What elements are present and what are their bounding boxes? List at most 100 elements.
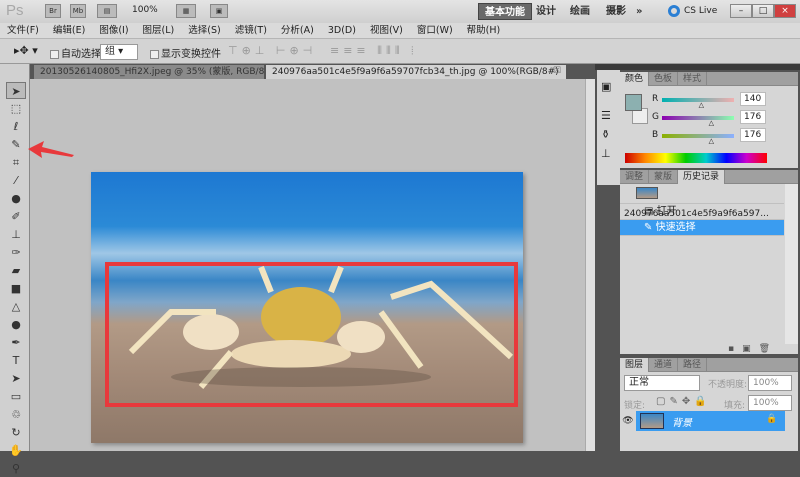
marquee-tool-icon[interactable]: ⬚ (6, 100, 26, 117)
quick-selection-tool-icon[interactable]: ✎ (6, 136, 26, 153)
channel-value-field[interactable]: 176 (740, 110, 766, 124)
panel-icon-strip: ▣ ☰ ⚱ ⊥ (597, 70, 620, 185)
history-item-label: 打开 (656, 206, 677, 217)
crop-tool-icon[interactable]: ⌗ (6, 154, 26, 171)
quick-selection-icon: ✎ (644, 222, 653, 233)
blur-tool-icon[interactable]: △ (6, 298, 26, 315)
history-brush-tool-icon[interactable]: ✑ (6, 244, 26, 261)
menu-view[interactable]: 视图(V) (363, 23, 410, 39)
tab-adjustments[interactable]: 调整 (620, 170, 650, 184)
red-arrow-annotation (28, 141, 74, 158)
workspace-essentials[interactable]: 基本功能 (478, 3, 532, 20)
foreground-color-swatch[interactable] (625, 94, 642, 111)
lock-buttons[interactable]: ▢✎✥🔒 (656, 396, 711, 407)
blend-mode-value: 正常 (629, 377, 649, 388)
menu-help[interactable]: 帮助(H) (460, 23, 508, 39)
color-spectrum-ramp[interactable] (625, 153, 767, 163)
menu-filter[interactable]: 滤镜(T) (228, 23, 274, 39)
more-workspaces-button[interactable]: » (630, 3, 648, 20)
mini-bridge-panel-icon[interactable]: ▣ (601, 80, 616, 93)
slider-handle-icon[interactable]: △ (709, 137, 714, 145)
tab-swatches[interactable]: 色板 (649, 72, 679, 86)
rectangle-tool-icon[interactable]: ▭ (6, 388, 26, 405)
zoom-tool-icon[interactable]: ⚲ (6, 460, 26, 477)
align-buttons-icon[interactable]: ⊤⊕⊥ ⊢⊕⊣ (228, 44, 316, 57)
cs-live-icon (668, 5, 680, 17)
visibility-eye-icon[interactable]: 👁 (620, 411, 636, 431)
fill-field[interactable]: 100% (748, 395, 792, 411)
tab-styles[interactable]: 样式 (678, 72, 708, 86)
type-tool-icon[interactable]: T (6, 352, 26, 369)
show-transform-label: 显示变换控件 (161, 49, 221, 60)
slider-handle-icon[interactable]: △ (709, 119, 714, 127)
tool-presets-icon[interactable]: ☰ (601, 109, 616, 122)
3d-orbit-tool-icon[interactable]: ↻ (6, 424, 26, 441)
opacity-field[interactable]: 100% (748, 375, 792, 391)
document-tab-inactive[interactable]: 20130526140805_Hfi2X.jpeg @ 35% (蒙版, RGB… (34, 65, 264, 79)
restore-button[interactable]: □ (752, 4, 774, 18)
menu-select[interactable]: 选择(S) (181, 23, 227, 39)
lasso-tool-icon[interactable]: ℓ (6, 118, 26, 135)
pen-tool-icon[interactable]: ✒ (6, 334, 26, 351)
healing-brush-tool-icon[interactable]: ● (6, 190, 26, 207)
tab-channels[interactable]: 通道 (649, 358, 679, 372)
tab-masks[interactable]: 蒙版 (649, 170, 679, 184)
cs-live-button[interactable]: CS Live (684, 6, 717, 16)
move-tool-preset-icon[interactable]: ▸✥ ▾ (14, 44, 38, 57)
history-scrollbar[interactable] (785, 184, 798, 344)
eraser-tool-icon[interactable]: ▰ (6, 262, 26, 279)
mini-bridge-button[interactable]: Mb (70, 4, 86, 18)
clone-stamp-tool-icon[interactable]: ⊥ (6, 226, 26, 243)
workspace-design[interactable]: 设计 (530, 3, 562, 20)
document-tabs: 20130526140805_Hfi2X.jpeg @ 35% (蒙版, RGB… (30, 64, 595, 79)
show-transform-controls-checkbox[interactable]: 显示变换控件 (150, 45, 221, 60)
slider-handle-icon[interactable]: △ (699, 101, 704, 109)
menu-analysis[interactable]: 分析(A) (274, 23, 321, 39)
3d-rotate-tool-icon[interactable]: ♲ (6, 406, 26, 423)
menu-file[interactable]: 文件(F) (0, 23, 46, 39)
blend-mode-dropdown[interactable]: 正常 (624, 375, 700, 391)
tab-color[interactable]: 颜色 (620, 72, 650, 86)
screen-mode-button[interactable]: ▣ (210, 4, 228, 18)
dodge-tool-icon[interactable]: ● (6, 316, 26, 333)
channel-value-field[interactable]: 176 (740, 128, 766, 142)
channel-slider[interactable] (662, 116, 734, 120)
auto-select-dropdown[interactable]: 组 ▾ (100, 44, 138, 60)
path-selection-tool-icon[interactable]: ➤ (6, 370, 26, 387)
gradient-tool-icon[interactable]: ■ (6, 280, 26, 297)
eyedropper-tool-icon[interactable]: ⁄ (6, 172, 26, 189)
layers-panel: 图层 通道 路径 正常 不透明度: 100% 锁定: ▢✎✥🔒 填充: 100% 👁… (620, 358, 798, 451)
channel-value-field[interactable]: 140 (740, 92, 766, 106)
move-tool-icon[interactable]: ➤ (6, 82, 26, 99)
arrange-documents-button[interactable]: ▦ (176, 4, 196, 18)
brush-tool-icon[interactable]: ✐ (6, 208, 26, 225)
channel-slider[interactable] (662, 134, 734, 138)
layer-row-background[interactable]: 👁 背景 🔒 (620, 411, 785, 431)
zoom-level-dropdown[interactable]: 100% (132, 5, 158, 15)
history-action-buttons[interactable]: ▪▣🗑 (728, 344, 778, 354)
history-snapshot[interactable]: 240976aa501c4e5f9a9f6a597... (620, 184, 784, 219)
menu-window[interactable]: 窗口(W) (410, 23, 460, 39)
close-button[interactable]: × (774, 4, 796, 18)
tab-history[interactable]: 历史记录 (678, 170, 726, 184)
stamp-icon[interactable]: ⊥ (601, 147, 616, 160)
distribute-buttons-icon[interactable]: ≡≡≡ ⦀⦀⦀ ⦙ (330, 44, 418, 58)
workspace-painting[interactable]: 绘画 (564, 3, 596, 20)
tab-paths[interactable]: 路径 (678, 358, 708, 372)
vertical-scrollbar[interactable] (585, 79, 595, 451)
view-extras-button[interactable]: ▤ (97, 4, 117, 18)
menu-image[interactable]: 图像(I) (92, 23, 135, 39)
menu-edit[interactable]: 编辑(E) (46, 23, 92, 39)
channel-label: B (652, 130, 659, 140)
bridge-button[interactable]: Br (45, 4, 61, 18)
menu-layer[interactable]: 图层(L) (136, 23, 182, 39)
workspace-photography[interactable]: 摄影 (600, 3, 632, 20)
auto-select-checkbox[interactable]: 自动选择: (50, 45, 104, 60)
menu-3d[interactable]: 3D(D) (321, 23, 363, 39)
clone-source-icon[interactable]: ⚱ (601, 128, 616, 141)
tab-layers[interactable]: 图层 (620, 358, 650, 372)
close-tab-icon[interactable]: ☒ (553, 66, 561, 76)
minimize-button[interactable]: – (730, 4, 752, 18)
layer-name: 背景 (672, 418, 692, 429)
document-tab-active[interactable]: 240976aa501c4e5f9a9f6a59707fcb34_th.jpg … (266, 65, 566, 79)
